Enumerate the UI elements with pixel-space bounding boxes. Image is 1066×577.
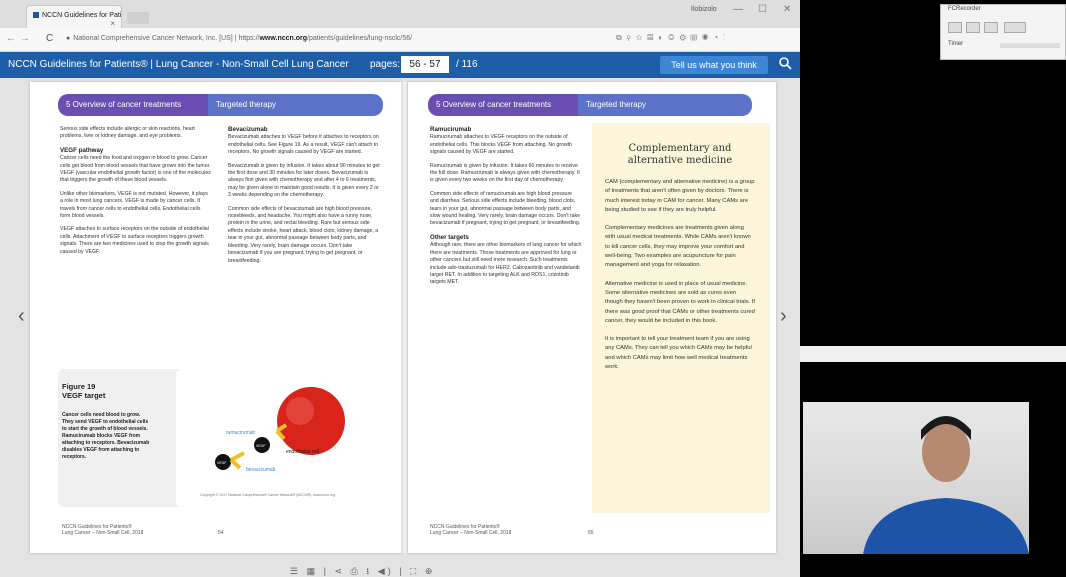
feedback-button[interactable]: Tell us what you think — [660, 56, 768, 74]
cam-title: Complementary and alternative medicine — [627, 143, 733, 166]
vegf-label: VEGF — [256, 444, 266, 448]
paragraph: Ramucirumab is given by infusion. It tak… — [430, 162, 580, 184]
paragraph: Ramucirumab attaches to VEGF receptors o… — [430, 134, 573, 156]
recorder-title: FCRecorder — [948, 6, 981, 12]
right-footer: NCCN Guidelines for Patients® Lung Cance… — [430, 524, 511, 536]
timer-bar — [1000, 43, 1060, 48]
paragraph: VEGF attaches to surface receptors on th… — [60, 226, 209, 255]
section-topic: Targeted therapy — [578, 94, 752, 116]
ramucirumab-label: ramucirumab — [226, 430, 255, 436]
endothelial-label: endothelial cell — [286, 449, 319, 455]
window-user-label: Ilobizolo — [691, 6, 717, 13]
tab-close-icon[interactable]: × — [110, 19, 115, 28]
paragraph: It is important to tell your treatment t… — [605, 336, 752, 371]
url-domain: www.nccn.org — [259, 35, 308, 42]
search-icon[interactable] — [778, 56, 792, 70]
left-footer: NCCN Guidelines for Patients® Lung Cance… — [62, 524, 143, 536]
figure-illustration: ramucirumab VEGF VEGF endothelial cell b… — [176, 369, 380, 507]
pages-label: pages: — [370, 59, 401, 70]
section-number: 5 Overview of cancer treatments — [428, 94, 578, 116]
footer-line: Lung Cancer – Non-Small Cell, 2018 — [62, 530, 144, 536]
url-path: /patients/guidelines/lung-nsclc/56/ — [307, 35, 413, 42]
extension-icons[interactable]: ⧉⚲☆▤◐◎⚙▥◉◔⋮ — [616, 33, 730, 43]
paragraph: Cancer cells need the food and oxygen in… — [60, 155, 211, 184]
stop-button[interactable] — [984, 22, 998, 33]
page-number: 55 — [588, 530, 594, 536]
section-topic: Targeted therapy — [208, 94, 383, 116]
section-number: 5 Overview of cancer treatments — [58, 94, 208, 116]
right-section-header: 5 Overview of cancer treatments Targeted… — [428, 94, 752, 116]
figure-caption: Cancer cells need blood to grow. They se… — [62, 412, 150, 460]
left-section-header: 5 Overview of cancer treatments Targeted… — [58, 94, 383, 116]
webcam-video — [803, 402, 1029, 554]
left-column-2: Bevacizumab Bevacizumab attaches to VEGF… — [228, 126, 380, 271]
paragraph: Bevacizumab is given by infusion. It tak… — [228, 162, 380, 199]
paragraph: Common side effects of ramucirumab are h… — [430, 190, 581, 227]
url-field[interactable]: ● National Comprehensive Cancer Network, … — [62, 32, 602, 48]
pages-input[interactable]: 56 - 57 — [401, 56, 449, 73]
next-page-arrow[interactable]: › — [780, 305, 787, 328]
lock-icon: ● — [66, 35, 71, 42]
minimize-button[interactable]: — — [733, 4, 743, 15]
maximize-button[interactable]: ☐ — [758, 4, 767, 15]
vegf-label: VEGF — [217, 461, 227, 465]
viewer-toolbar[interactable]: ☰ ▦ | ⋖ ⎙ ⭳ ◀) | ⛶ ⊕ — [290, 564, 435, 577]
close-window-button[interactable]: ✕ — [783, 4, 791, 15]
forward-button[interactable]: → — [20, 33, 30, 44]
paragraph: Unlike other biomarkers, VEGF is not mut… — [60, 190, 208, 220]
paragraph: Common side effects of bevacizumab are h… — [228, 205, 379, 264]
vegf-diagram: ramucirumab VEGF VEGF endothelial cell b… — [215, 387, 345, 473]
settings-button[interactable] — [1004, 22, 1026, 33]
timer-label: Timer — [948, 41, 964, 47]
heading: Ramucirumab — [430, 126, 472, 133]
right-column-1: Ramucirumab Ramucirumab attaches to VEGF… — [430, 126, 582, 293]
footer-line: Lung Cancer – Non-Small Cell, 2018 — [430, 530, 512, 536]
pause-button[interactable] — [966, 22, 980, 33]
shirt — [863, 498, 1029, 554]
paragraph: Complementary medicines are treatments g… — [605, 225, 751, 269]
new-tab-button[interactable] — [127, 12, 149, 24]
bevacizumab-label: bevacizumab — [246, 467, 276, 473]
favicon-icon — [33, 12, 39, 19]
reload-button[interactable]: C — [46, 33, 53, 44]
paragraph: Alternative medicine is used in place of… — [605, 280, 755, 324]
figure-title: Figure 19 VEGF target — [62, 382, 106, 400]
paragraph: Although rare, there are other biomarker… — [430, 242, 582, 286]
cell-highlight — [286, 397, 314, 425]
tab-title: NCCN Guidelines for Pati — [42, 12, 122, 19]
paragraph: Bevacizumab attaches to VEGF before it a… — [228, 134, 379, 156]
page-number: 54 — [218, 530, 224, 536]
heading: Bevacizumab — [228, 126, 268, 133]
prev-page-arrow[interactable]: ‹ — [18, 305, 25, 328]
person-silhouette — [863, 416, 1029, 554]
paragraph: Serious side effects include allergic or… — [60, 126, 195, 140]
heading: VEGF pathway — [60, 146, 104, 154]
cam-body: CAM (complementary and alternative medic… — [605, 178, 755, 372]
left-column-1: Serious side effects include allergic or… — [60, 126, 212, 262]
webcam-titlebar — [800, 346, 1066, 362]
browser-tab[interactable]: NCCN Guidelines for Pati × — [26, 5, 122, 28]
back-button[interactable]: ← — [6, 33, 16, 44]
page-title: NCCN Guidelines for Patients® | Lung Can… — [8, 59, 349, 70]
antibody — [229, 451, 245, 470]
endothelial-cell — [277, 387, 345, 455]
pages-total: / 116 — [456, 59, 478, 70]
heading: Other targets — [430, 233, 469, 241]
figure-copyright: Copyright © 2017 National Comprehensive … — [200, 493, 335, 497]
paragraph: CAM (complementary and alternative medic… — [605, 179, 755, 213]
record-button[interactable] — [948, 22, 962, 33]
url-prefix: National Comprehensive Cancer Network, I… — [73, 35, 260, 42]
